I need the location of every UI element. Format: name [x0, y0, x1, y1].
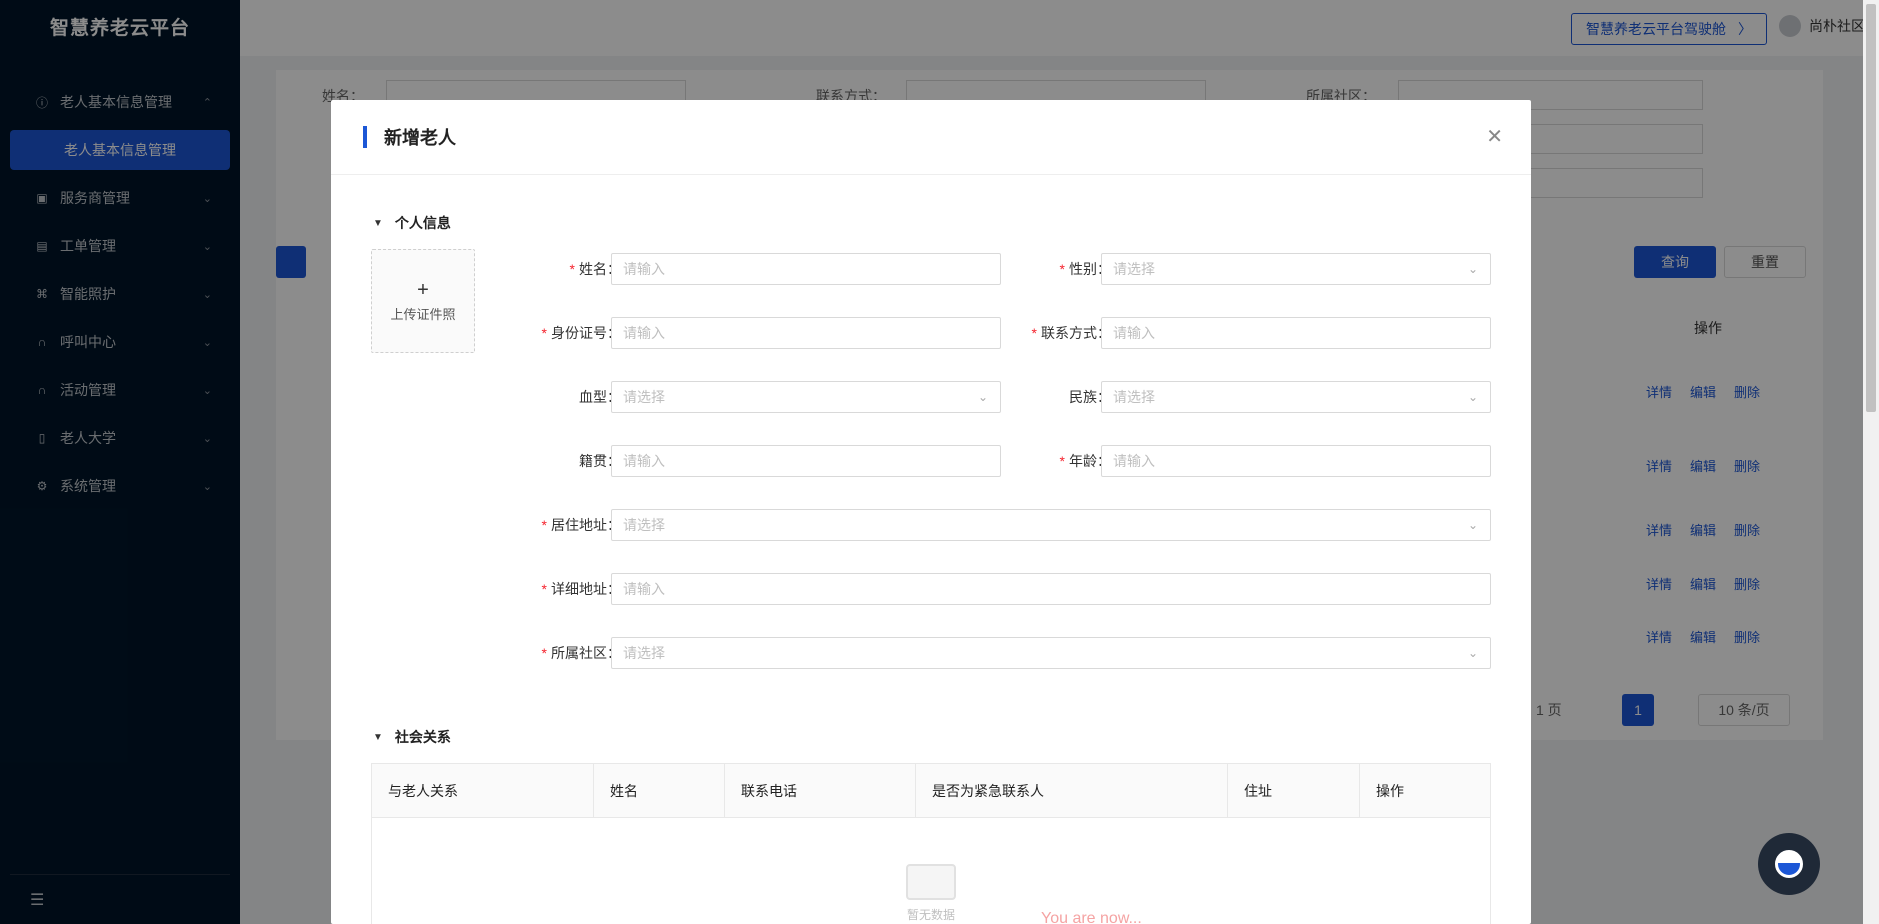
ethnicity-select[interactable]: 请选择 ⌄: [1101, 381, 1491, 413]
age-label: * 年龄：: [1059, 453, 1111, 469]
required-mark: *: [1059, 453, 1065, 469]
overlay-toast: You are now...: [1041, 910, 1142, 924]
chevron-down-icon: ⌄: [1467, 518, 1478, 532]
required-mark: *: [541, 517, 547, 533]
required-mark: *: [541, 645, 547, 661]
required-mark: *: [1059, 261, 1065, 277]
required-mark: *: [541, 581, 547, 597]
column-header: 与老人关系: [372, 764, 594, 818]
gender-label: * 性别：: [1059, 261, 1111, 277]
detail-address-label: * 详细地址：: [541, 581, 621, 597]
column-header: 联系电话: [725, 764, 916, 818]
caret-down-icon: ▼: [373, 731, 383, 743]
empty-state: 暂无数据: [372, 864, 1490, 923]
ethnicity-label: 民族：: [1069, 389, 1111, 405]
native-place-label: 籍贯：: [579, 453, 621, 469]
age-input[interactable]: 请输入: [1101, 445, 1491, 477]
scrollbar-thumb[interactable]: [1866, 4, 1876, 412]
residence-select[interactable]: 请选择 ⌄: [611, 509, 1491, 541]
native-place-input[interactable]: 请输入: [611, 445, 1001, 477]
column-header: 是否为紧急联系人: [916, 764, 1228, 818]
chevron-down-icon: ⌄: [1467, 646, 1478, 660]
upload-photo-button[interactable]: + 上传证件照: [371, 249, 475, 353]
personal-info-section-toggle[interactable]: ▼ 个人信息: [373, 213, 451, 233]
blood-type-select[interactable]: 请选择 ⌄: [611, 381, 1001, 413]
id-number-label: * 身份证号：: [541, 325, 621, 341]
blood-type-label: 血型：: [579, 389, 621, 405]
name-input[interactable]: 请输入: [611, 253, 1001, 285]
caret-down-icon: ▼: [373, 217, 383, 229]
modal-header: 新增老人 ✕: [331, 100, 1531, 175]
add-elder-modal: 新增老人 ✕ ▼ 个人信息 + 上传证件照 * 姓名： 请输入 * 性别： 请选择 ⌄…: [331, 100, 1531, 924]
required-mark: *: [1031, 325, 1037, 341]
column-header: 操作: [1376, 783, 1404, 799]
chevron-down-icon: ⌄: [977, 390, 988, 404]
title-accent-bar: [363, 126, 367, 148]
page-scrollbar[interactable]: [1863, 0, 1879, 924]
contact-label: * 联系方式：: [1031, 325, 1111, 341]
residence-label: * 居住地址：: [541, 517, 621, 533]
modal-title: 新增老人: [384, 128, 456, 148]
column-header: 住址: [1228, 764, 1360, 818]
required-mark: *: [541, 325, 547, 341]
community-select[interactable]: 请选择 ⌄: [611, 637, 1491, 669]
community-label: * 所属社区：: [541, 645, 621, 661]
required-mark: *: [569, 261, 575, 277]
name-label: * 姓名：: [569, 261, 621, 277]
plus-icon: +: [417, 278, 429, 301]
id-number-input[interactable]: 请输入: [611, 317, 1001, 349]
chat-icon: [1775, 850, 1803, 878]
chat-float-button[interactable]: [1758, 833, 1820, 895]
chevron-down-icon: ⌄: [1467, 390, 1478, 404]
social-relations-section-toggle[interactable]: ▼ 社会关系: [373, 727, 451, 747]
inbox-icon: [906, 864, 956, 900]
social-relations-table: 与老人关系 姓名 联系电话 是否为紧急联系人 住址 操作 暂无数据: [371, 763, 1491, 924]
detail-address-input[interactable]: 请输入: [611, 573, 1491, 605]
contact-input[interactable]: 请输入: [1101, 317, 1491, 349]
chevron-down-icon: ⌄: [1467, 262, 1478, 276]
table-header: 与老人关系 姓名 联系电话 是否为紧急联系人 住址 操作: [372, 764, 1490, 818]
column-header: 姓名: [594, 764, 725, 818]
close-icon[interactable]: ✕: [1486, 124, 1503, 149]
gender-select[interactable]: 请选择 ⌄: [1101, 253, 1491, 285]
